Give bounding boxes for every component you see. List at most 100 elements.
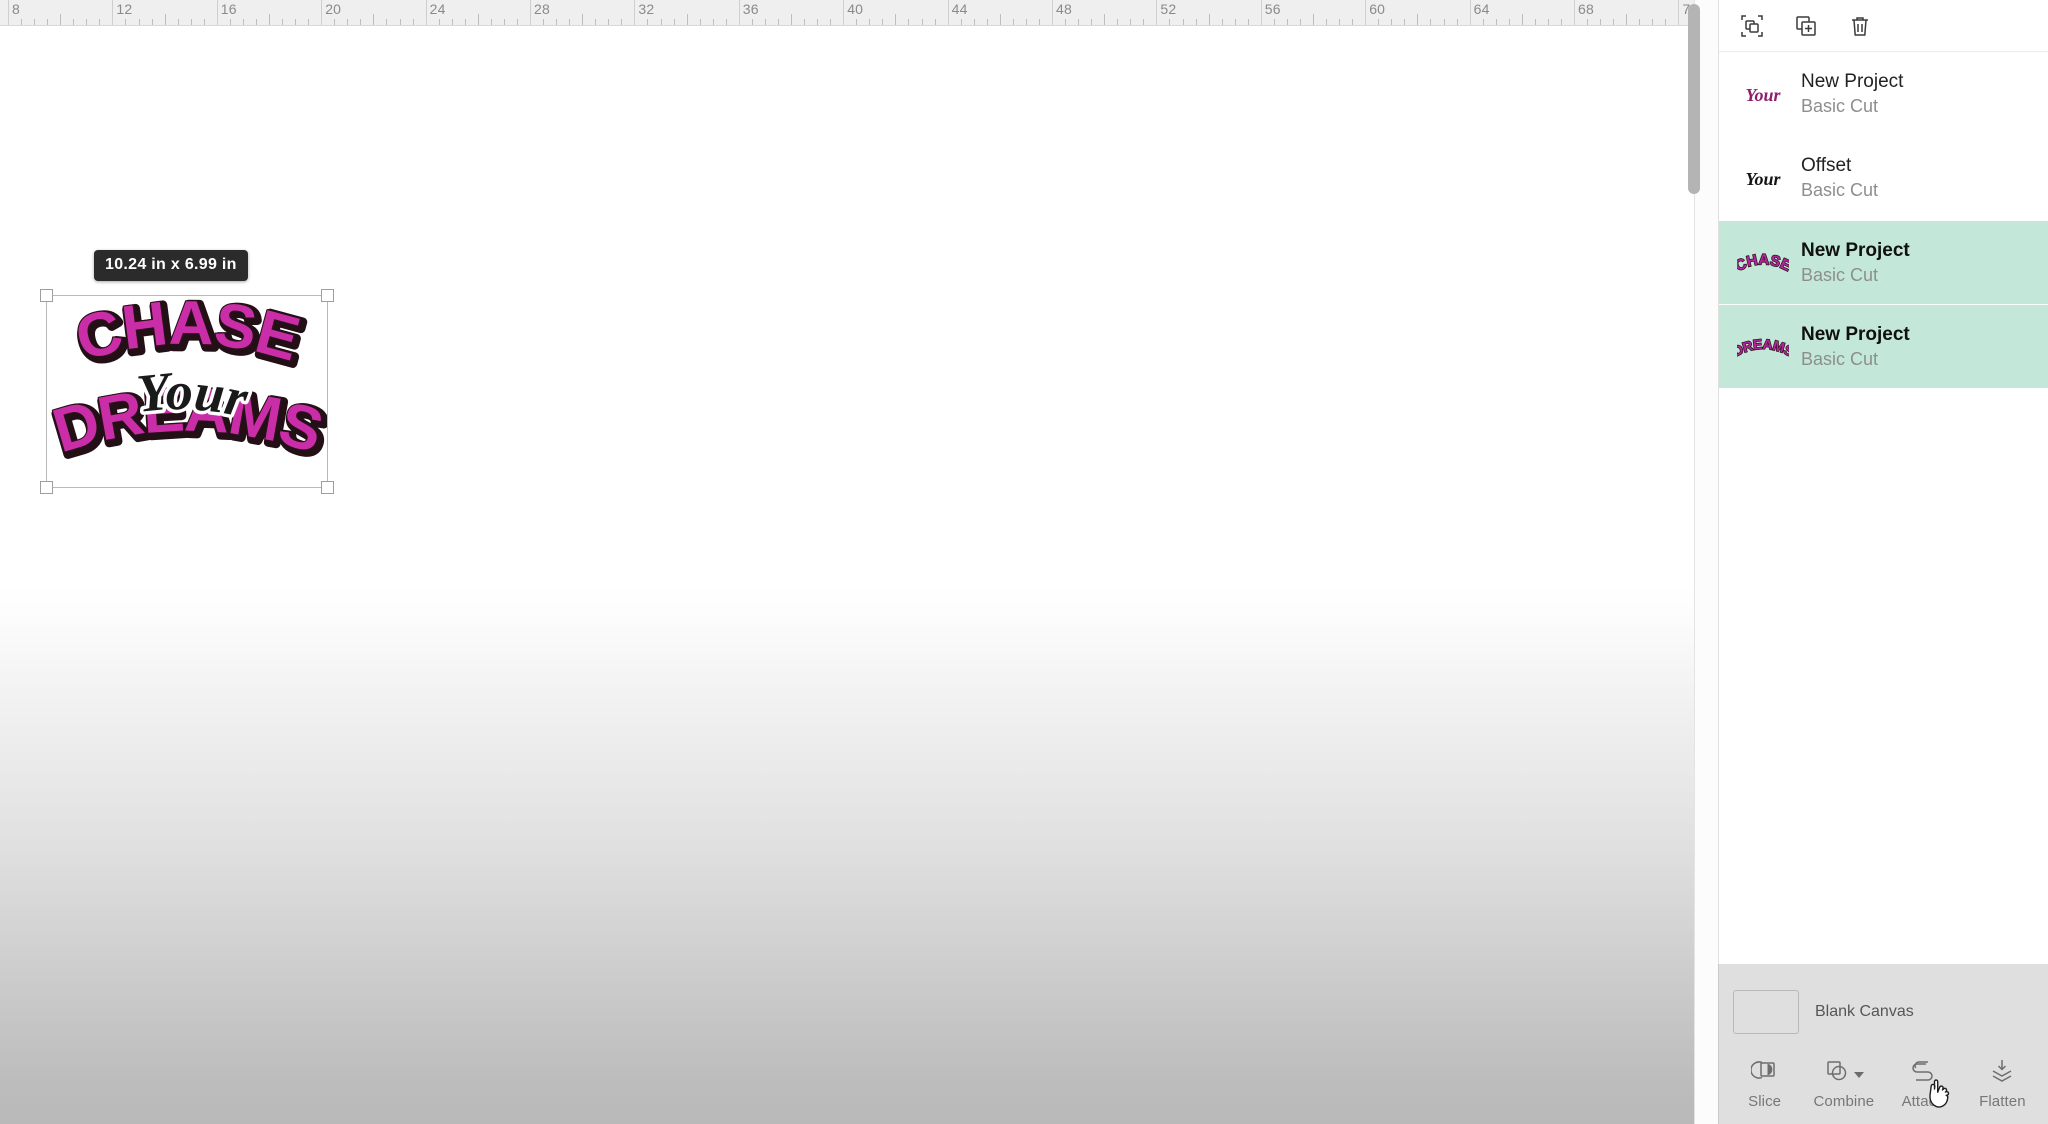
attach-button[interactable]: Attach (1885, 1057, 1961, 1110)
layers-list[interactable]: Your New Project Basic Cut Your Offset B… (1719, 52, 2048, 976)
ruler-minor-tick (1143, 19, 1145, 25)
layer-subtitle: Basic Cut (1801, 264, 1879, 285)
ruler-minor-tick (999, 14, 1001, 25)
attach-label: Attach (1901, 1093, 1945, 1110)
layer-thumbnail-chase-block: CHASE (1733, 237, 1793, 289)
ruler-minor-tick (1117, 19, 1119, 25)
ruler-minor-tick (1534, 19, 1536, 25)
ruler-minor-tick (1508, 19, 1510, 25)
ruler-minor-tick (751, 19, 753, 25)
ruler-label: 44 (951, 1, 968, 17)
ruler-minor-tick (608, 19, 610, 25)
resize-handle-bottom-right[interactable] (321, 481, 334, 494)
horizontal-ruler: 812162024283236404448525660646872 (0, 0, 1718, 26)
ruler-minor-tick (177, 19, 179, 25)
layer-thumbnail-script-black: Your (1733, 152, 1793, 204)
dimension-height: 6.99 (184, 256, 218, 273)
ruler-minor-tick (34, 19, 36, 25)
ruler-minor-tick (712, 19, 714, 25)
resize-handle-top-right[interactable] (321, 289, 334, 302)
ruler-label: 36 (742, 1, 759, 17)
ruler-minor-tick (1417, 14, 1419, 25)
combine-chevron-down-icon[interactable] (1854, 1071, 1865, 1078)
ruler-minor-tick (1665, 19, 1667, 25)
design-canvas-area[interactable]: 812162024283236404448525660646872 10.24 … (0, 0, 1718, 1124)
ruler-label: 24 (429, 1, 446, 17)
flatten-button[interactable]: Flatten (1964, 1057, 2040, 1110)
ruler-minor-tick (1495, 19, 1497, 25)
group-select-icon (1740, 14, 1764, 38)
ruler-minor-tick (647, 19, 649, 25)
ruler-label: 68 (1578, 1, 1594, 17)
layer-subtitle: Basic Cut (1801, 348, 1879, 369)
delete-button[interactable] (1845, 11, 1875, 41)
ruler-minor-tick (203, 19, 205, 25)
duplicate-button[interactable] (1791, 11, 1821, 41)
ruler-minor-tick (477, 14, 479, 25)
svg-text:Your: Your (1745, 169, 1781, 189)
ruler-minor-tick (451, 19, 453, 25)
layer-thumbnail-script-magenta: Your (1733, 68, 1793, 120)
ruler-minor-tick (1639, 19, 1641, 25)
ruler-minor-tick (908, 19, 910, 25)
ruler-minor-tick (347, 19, 349, 25)
svg-text:CHASE: CHASE (1737, 251, 1789, 275)
ruler-minor-tick (882, 19, 884, 25)
layer-row[interactable]: CHASE New Project Basic Cut (1719, 220, 2048, 304)
ruler-minor-tick (1078, 19, 1080, 25)
layer-row[interactable]: Your New Project Basic Cut (1719, 52, 2048, 136)
design-workspace: 812162024283236404448525660646872 10.24 … (0, 0, 2048, 1124)
layer-row[interactable]: Your Offset Basic Cut (1719, 136, 2048, 220)
flatten-icon (1988, 1058, 2016, 1089)
svg-text:DREAMS: DREAMS (1737, 335, 1789, 359)
canvas-thumbnail[interactable] (1733, 990, 1799, 1034)
canvas-vertical-scrollbar[interactable] (1688, 0, 1700, 1124)
dimension-unit-height: in (221, 256, 237, 273)
flatten-label: Flatten (1979, 1093, 2026, 1110)
delete-icon (1848, 14, 1872, 38)
ruler-minor-tick (1104, 14, 1106, 25)
ruler-minor-tick (1038, 19, 1040, 25)
ruler-minor-tick (1560, 19, 1562, 25)
ruler-minor-tick (308, 19, 310, 25)
canvas-type-row[interactable]: Blank Canvas (1719, 976, 2048, 1048)
layer-title: Offset (1801, 155, 1852, 177)
ruler-minor-tick (360, 19, 362, 25)
combine-button[interactable]: Combine (1806, 1057, 1882, 1110)
ruler-minor-tick (699, 19, 701, 25)
ruler-minor-tick (1404, 19, 1406, 25)
ruler-minor-tick (60, 14, 62, 25)
ruler-minor-tick (1130, 19, 1132, 25)
ruler-minor-tick (973, 19, 975, 25)
canvas-scrollbar-thumb[interactable] (1688, 4, 1700, 194)
layer-text-block: Offset Basic Cut (1801, 155, 1878, 201)
layer-subtitle: Basic Cut (1801, 180, 1879, 201)
ruler-label: 12 (116, 1, 133, 17)
ruler-minor-tick (960, 19, 962, 25)
ruler-label: 52 (1160, 1, 1177, 17)
ruler-minor-tick (764, 19, 766, 25)
ruler-minor-tick (138, 19, 140, 25)
ruler-minor-tick (373, 14, 375, 25)
ruler-minor-tick (569, 19, 571, 25)
layer-thumbnail-dreams-block: DREAMS (1733, 321, 1793, 373)
slice-button[interactable]: Slice (1727, 1057, 1803, 1110)
layer-text-block: New Project Basic Cut (1801, 240, 1910, 286)
ruler-minor-tick (830, 19, 832, 25)
ruler-minor-tick (21, 19, 23, 25)
layer-row[interactable]: DREAMS New Project Basic Cut (1719, 304, 2048, 388)
resize-handle-bottom-left[interactable] (40, 481, 53, 494)
ruler-minor-tick (86, 19, 88, 25)
canvas-sheet[interactable] (0, 26, 1718, 1124)
ruler-minor-tick (399, 19, 401, 25)
selected-artwork-group[interactable]: 10.24 in x 6.99 in CHASE CHASE CHASE DRE… (40, 250, 334, 494)
ruler-label: 60 (1369, 1, 1386, 17)
ruler-minor-tick (282, 19, 284, 25)
ruler-minor-tick (1587, 19, 1589, 25)
group-select-button[interactable] (1737, 11, 1767, 41)
resize-handle-top-left[interactable] (40, 289, 53, 302)
dimension-unit-width: in (151, 256, 167, 273)
ruler-minor-tick (1391, 19, 1393, 25)
selection-bounding-box[interactable] (40, 289, 334, 494)
layers-toolbar (1719, 0, 2048, 52)
